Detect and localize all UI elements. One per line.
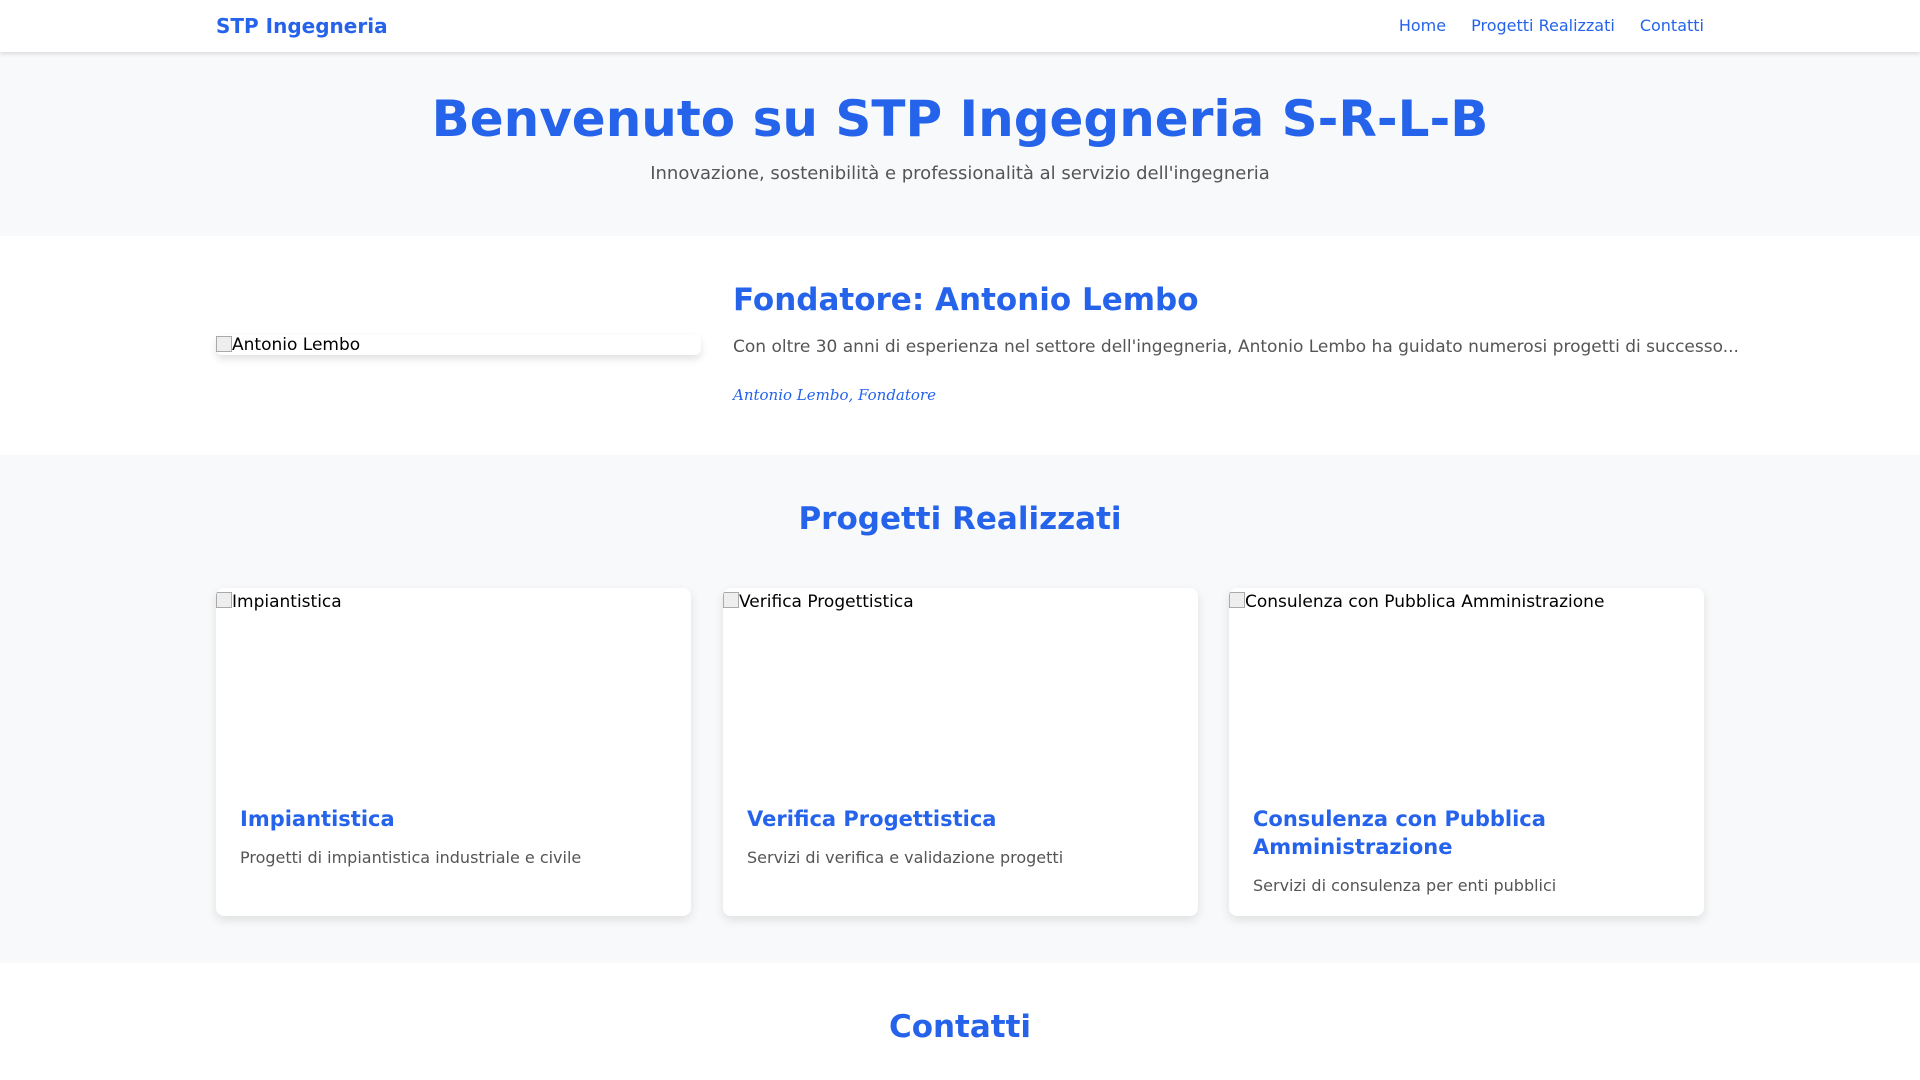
broken-image-icon [1229, 592, 1245, 608]
project-card-title: Impiantistica [240, 807, 395, 831]
project-card-image-alt: Verifica Progettistica [739, 592, 914, 612]
project-card-description: Progetti di impiantistica industriale e … [240, 848, 582, 867]
broken-image-icon [723, 592, 739, 608]
founder-section: Antonio Lembo Fondatore: Antonio Lembo C… [0, 236, 1920, 455]
project-card-image-alt: Consulenza con Pubblica Amministrazione [1245, 592, 1605, 612]
project-card-image: Verifica Progettistica [723, 588, 1198, 768]
project-card-image-alt: Impiantistica [232, 592, 342, 612]
nav-link-progetti[interactable]: Progetti Realizzati [1471, 16, 1615, 35]
broken-image-icon [216, 336, 232, 352]
founder-image: Antonio Lembo [216, 335, 701, 355]
nav-links: Home Progetti Realizzati Contatti [1399, 16, 1704, 35]
founder-signature: Antonio Lembo, Fondatore [733, 386, 936, 404]
brand-logo-link[interactable]: STP Ingegneria [216, 14, 388, 38]
project-card-image: Impiantistica [216, 588, 691, 768]
hero-subtitle: Innovazione, sostenibilità e professiona… [650, 163, 1270, 184]
projects-title: Progetti Realizzati [798, 501, 1122, 537]
project-card-verifica[interactable]: Verifica Progettistica Verifica Progetti… [723, 588, 1198, 916]
project-card-impiantistica[interactable]: Impiantistica Impiantistica Progetti di … [216, 588, 691, 916]
project-card-description: Servizi di verifica e validazione proget… [747, 848, 1064, 867]
project-card-image: Consulenza con Pubblica Amministrazione [1229, 588, 1704, 768]
project-card-consulenza[interactable]: Consulenza con Pubblica Amministrazione … [1229, 588, 1704, 916]
broken-image-icon [216, 592, 232, 608]
hero-section: Benvenuto su STP Ingegneria S-R-L-B Inno… [0, 52, 1920, 236]
nav-link-home[interactable]: Home [1399, 16, 1446, 35]
project-card-title: Consulenza con Pubblica Amministrazione [1253, 807, 1546, 859]
contacts-section: Contatti [0, 963, 1920, 1080]
founder-description: Con oltre 30 anni di esperienza nel sett… [733, 337, 1739, 357]
nav-link-contatti[interactable]: Contatti [1640, 16, 1704, 35]
project-card-description: Servizi di consulenza per enti pubblici [1253, 876, 1557, 895]
contacts-title: Contatti [888, 1009, 1032, 1045]
navbar: STP Ingegneria Home Progetti Realizzati … [0, 0, 1920, 52]
project-card-title: Verifica Progettistica [747, 807, 997, 831]
founder-image-alt: Antonio Lembo [232, 335, 361, 355]
hero-title: Benvenuto su STP Ingegneria S-R-L-B [431, 90, 1489, 148]
founder-title: Fondatore: Antonio Lembo [733, 282, 1199, 318]
projects-section: Progetti Realizzati Impiantistica Impian… [0, 455, 1920, 963]
